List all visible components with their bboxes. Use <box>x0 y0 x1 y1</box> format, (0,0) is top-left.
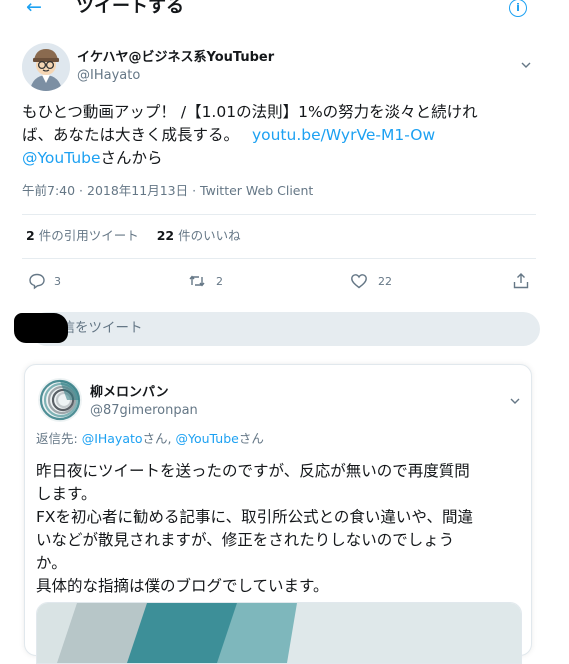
reply-author-handle[interactable]: @87gimeronpan <box>90 402 198 420</box>
retweet-icon <box>189 275 205 287</box>
replying-separator: さん, <box>142 431 176 446</box>
reply-icon <box>29 273 45 290</box>
tweet-text-line: @YouTubeさんから <box>22 147 542 170</box>
tweet-text-segment: さんから <box>100 149 163 167</box>
tweet-stats: 2 件の引用ツイート 22 件のいいね <box>26 226 241 246</box>
reply-action[interactable]: 3 <box>28 270 61 292</box>
page-title: ツイートする <box>76 0 184 17</box>
share-icon <box>513 273 529 289</box>
replying-end: さん <box>238 431 264 446</box>
reply-text-line: FXを初心者に勧める記事に、取引所公式との食い違いや、間違 <box>36 508 473 526</box>
back-arrow-icon[interactable]: ← <box>26 0 42 21</box>
media-card[interactable] <box>36 602 522 664</box>
author-handle[interactable]: @IHayato <box>77 67 140 85</box>
avatar-illustration <box>22 43 70 91</box>
reply-text-line: いなどが散見されますが、修正をされたりしないのでしょう <box>36 531 455 549</box>
quote-tweets-label: 件の引用ツイート <box>38 228 139 243</box>
replying-to: 返信先: @IHayatoさん, @YouTubeさん <box>36 430 264 448</box>
tweet-link[interactable]: youtu.be/WyrVe-M1-Ow <box>252 126 435 144</box>
retweet-count: 2 <box>216 274 223 288</box>
likes-label: 件のいいね <box>178 228 241 243</box>
mention-link[interactable]: @IHayato <box>82 431 143 446</box>
retweet-action[interactable]: 2 <box>188 270 223 292</box>
quote-tweets-count: 2 <box>26 228 35 243</box>
reply-tweet-text: 昨日夜にツイートを送ったのですが、反応が無いので再度質問 します。 FXを初心者… <box>36 460 526 598</box>
tweet-text-line: もひとつ動画アップ！ /【1.01の法則】1%の努力を淡々と続けれ <box>22 103 478 121</box>
reply-avatar-illustration <box>38 378 82 422</box>
tweet-text-line: ば、あなたは大きく成長する。 youtu.be/WyrVe-M1-Ow <box>22 124 542 147</box>
reply-avatar[interactable] <box>37 377 83 423</box>
redaction-mark <box>14 313 68 343</box>
mention-link[interactable]: @YouTube <box>22 149 101 167</box>
tweet-timestamp[interactable]: 午前7:40 · 2018年11月13日 · Twitter Web Clien… <box>22 181 313 201</box>
tweet-text: もひとつ動画アップ！ /【1.01の法則】1%の努力を淡々と続けれ ば、あなたは… <box>22 101 542 170</box>
reply-text-line: 昨日夜にツイートを送ったのですが、反応が無いので再度質問 <box>36 462 470 480</box>
divider <box>22 214 536 215</box>
chevron-down-icon[interactable] <box>508 394 522 408</box>
reply-text-line: 具体的な指摘は僕のブログでしています。 <box>36 577 329 595</box>
tweet-text-segment: ば、あなたは大きく成長する。 <box>22 126 240 144</box>
share-action[interactable] <box>512 270 530 292</box>
likes-count: 22 <box>156 228 175 243</box>
divider <box>22 258 536 259</box>
mention-link[interactable]: @YouTube <box>176 431 239 446</box>
author-display-name[interactable]: イケハヤ@ビジネス系YouTuber <box>77 49 274 67</box>
reply-text-line: します。 <box>36 485 97 503</box>
like-count: 22 <box>378 274 392 288</box>
heart-icon <box>351 274 367 289</box>
chevron-down-icon[interactable] <box>519 58 533 72</box>
like-action[interactable]: 22 <box>350 270 392 292</box>
reply-count: 3 <box>54 274 61 288</box>
media-card-image <box>37 603 521 663</box>
replying-to-label: 返信先: <box>36 431 82 446</box>
reply-text-line: か。 <box>36 554 67 572</box>
likes-stat[interactable]: 22 件のいいね <box>157 228 241 243</box>
reply-author-display-name[interactable]: 柳メロンパン <box>90 384 169 402</box>
info-icon[interactable]: i <box>509 0 527 17</box>
quote-tweets-stat[interactable]: 2 件の引用ツイート <box>26 228 139 243</box>
avatar[interactable] <box>22 43 70 91</box>
